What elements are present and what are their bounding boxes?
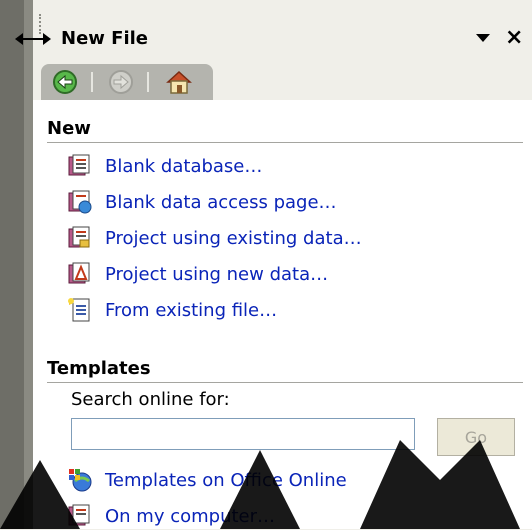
new-blank-data-access-page[interactable]: Blank data access page…: [67, 188, 337, 216]
templates-office-online[interactable]: Templates on Office Online: [67, 466, 347, 494]
section-title-templates: Templates: [47, 358, 151, 379]
new-from-existing-file[interactable]: From existing file…: [67, 296, 277, 324]
project-existing-data-icon: [68, 226, 90, 248]
nav-toolbar: [41, 64, 213, 100]
section-title-new: New: [47, 118, 91, 139]
close-button[interactable]: ×: [505, 26, 523, 50]
new-project-new-data[interactable]: Project using new data…: [67, 260, 328, 288]
dropdown-arrow-icon[interactable]: [473, 30, 493, 46]
data-access-page-icon: [68, 190, 92, 214]
new-project-existing-data[interactable]: Project using existing data…: [67, 224, 362, 252]
task-pane-content: New Blank database… Blank data access pa…: [33, 100, 532, 529]
left-window-border: [0, 0, 33, 529]
task-pane-title: New File: [61, 28, 149, 49]
new-blank-database[interactable]: Blank database…: [67, 152, 262, 180]
project-new-data-icon: [68, 262, 90, 284]
section-divider: [47, 142, 523, 143]
home-icon[interactable]: [165, 68, 193, 96]
templates-on-my-computer[interactable]: On my computer…: [67, 502, 275, 530]
resize-arrow-icon[interactable]: [13, 28, 53, 50]
nav-separator: [91, 72, 93, 92]
nav-separator: [147, 72, 149, 92]
task-pane: New File × New Blank database… Blank dat…: [15, 0, 532, 529]
existing-file-icon: [68, 298, 90, 322]
back-arrow-icon[interactable]: [51, 68, 79, 96]
office-online-icon: [69, 469, 92, 492]
left-border-inner: [24, 0, 33, 529]
computer-templates-icon: [68, 504, 90, 526]
search-online-label: Search online for:: [71, 389, 230, 410]
forward-arrow-icon[interactable]: [107, 68, 135, 96]
section-divider: [47, 382, 523, 383]
search-online-input[interactable]: [71, 418, 415, 450]
task-pane-titlebar: New File ×: [15, 0, 532, 70]
blank-database-icon: [68, 154, 90, 176]
go-button[interactable]: Go: [437, 418, 515, 456]
